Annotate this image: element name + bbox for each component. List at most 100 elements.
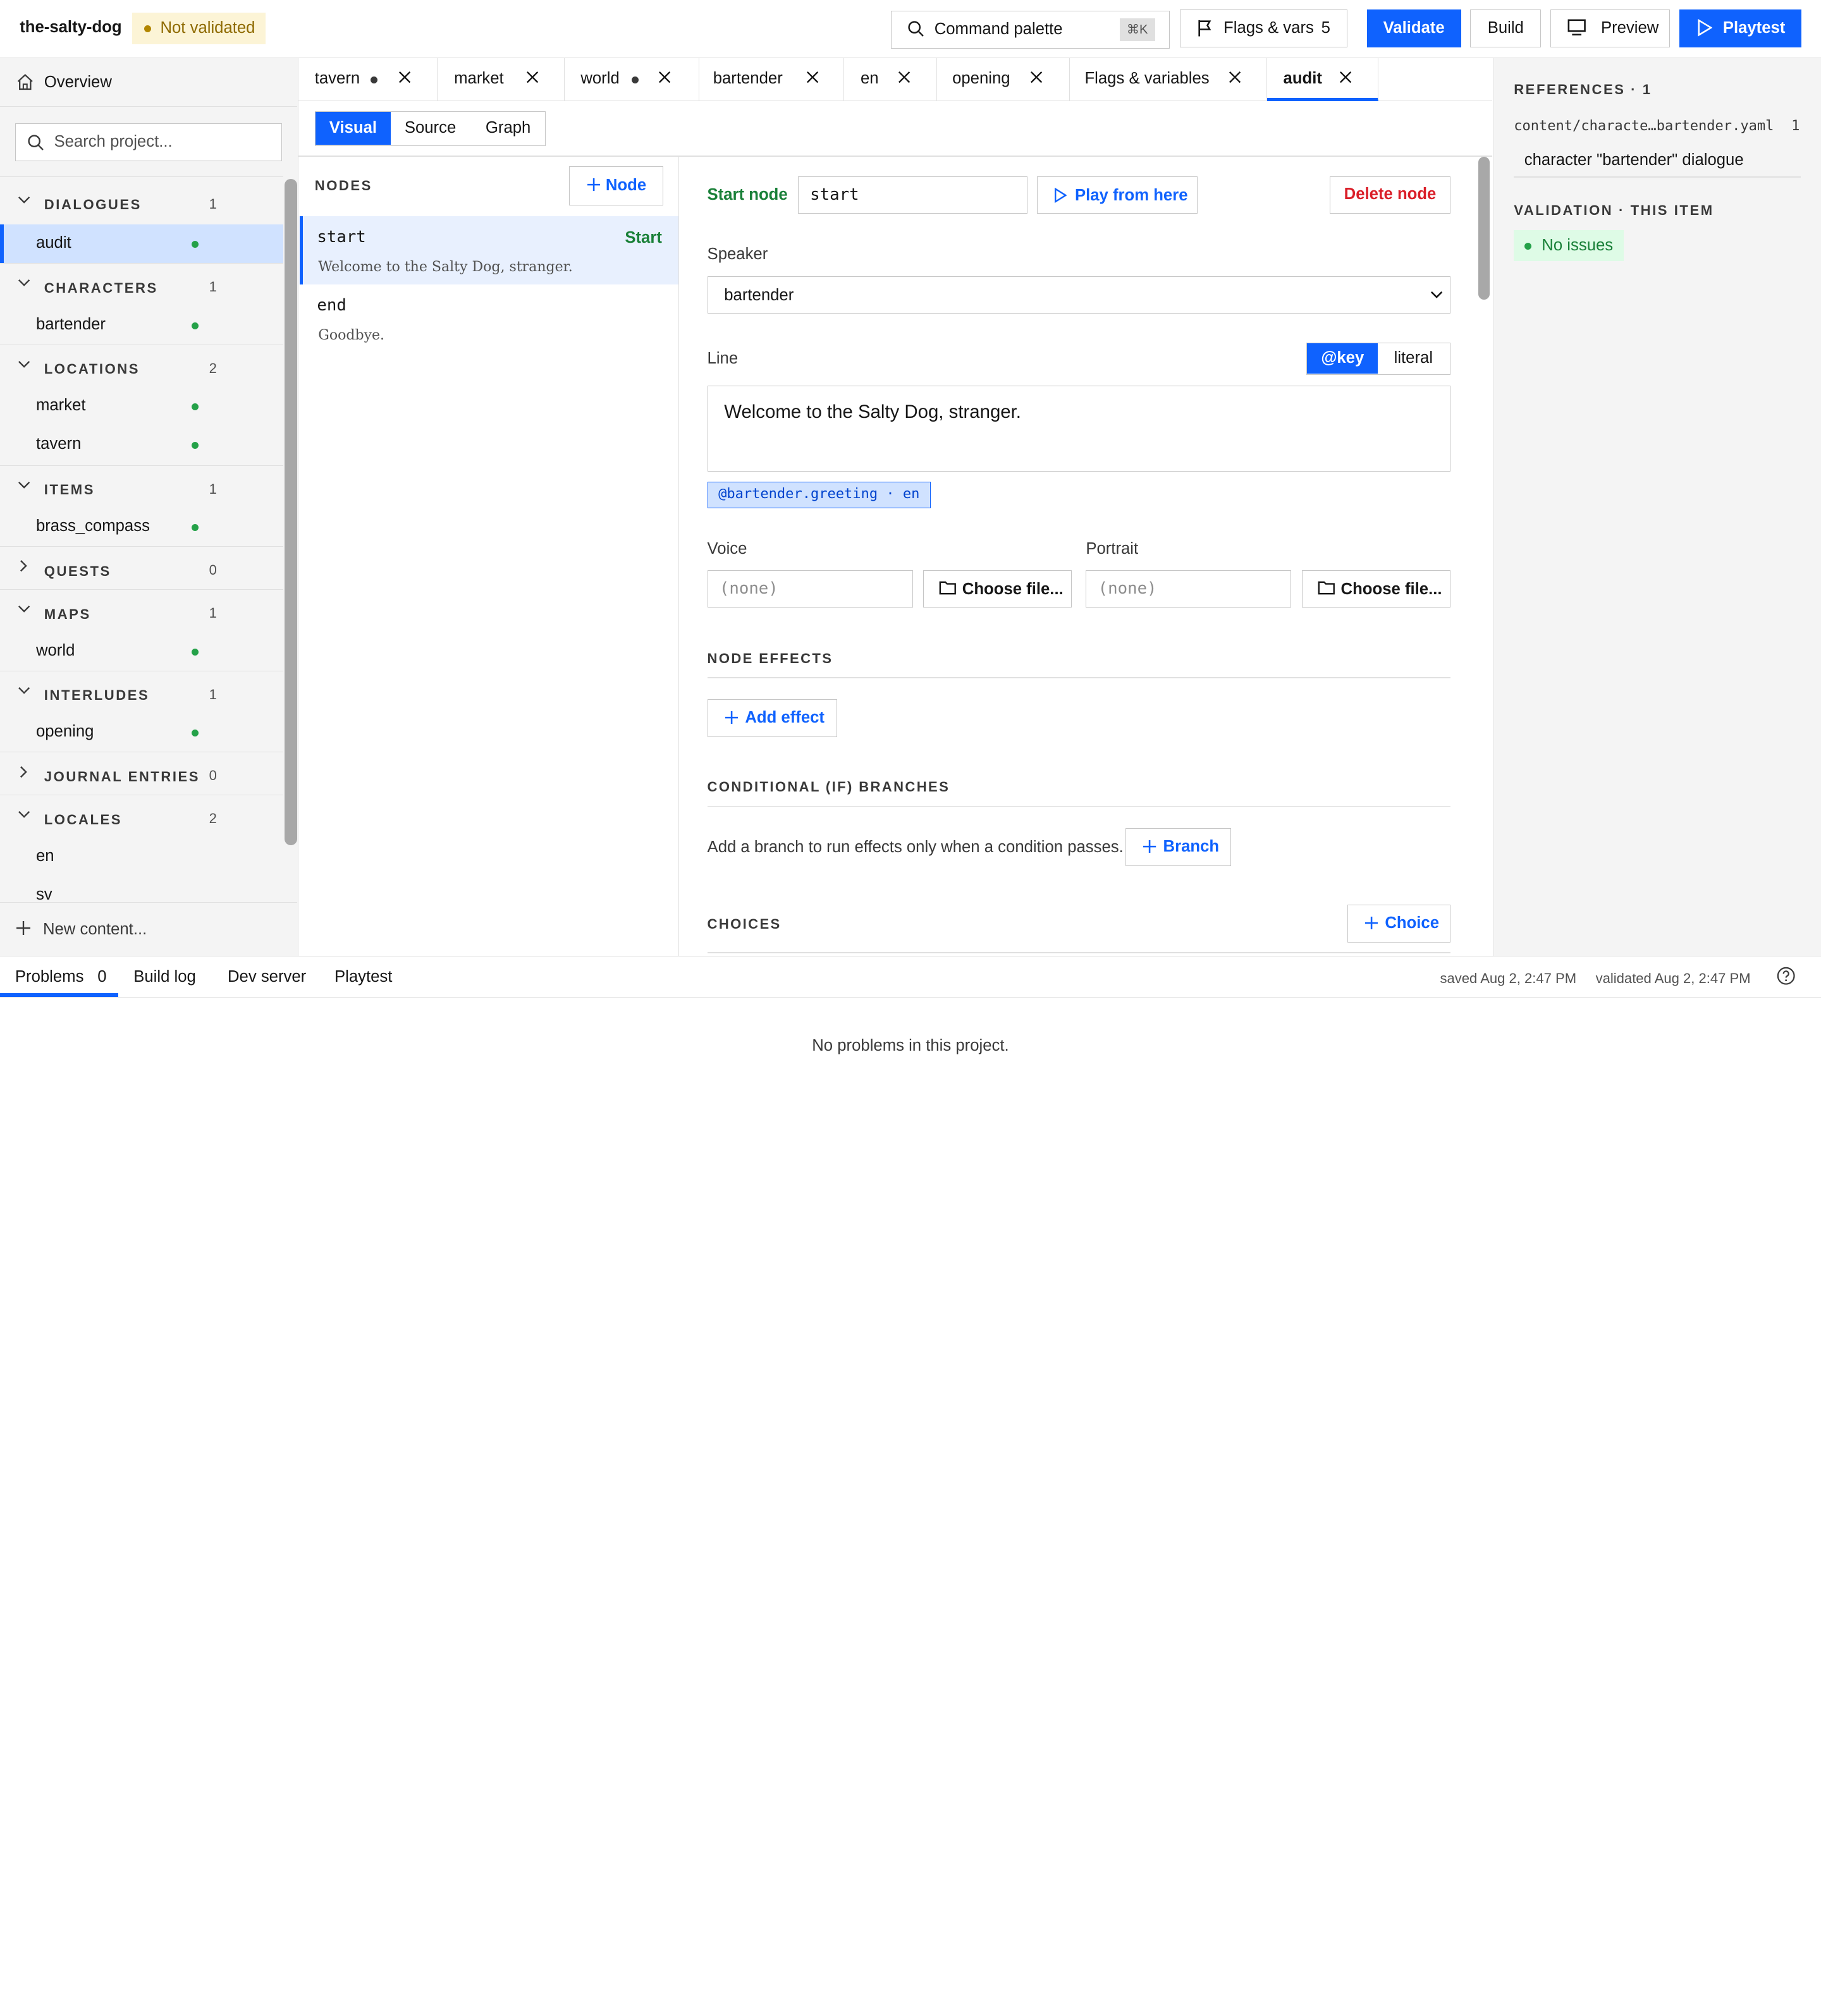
validate-button[interactable]: Validate — [1366, 9, 1461, 48]
build-button[interactable]: Build — [1470, 9, 1542, 48]
close-icon[interactable] — [1030, 71, 1043, 83]
tab-en[interactable]: en — [844, 58, 938, 101]
group-count: 1 — [209, 480, 217, 497]
voice-choose-file-button[interactable]: Choose file... — [923, 570, 1072, 608]
playtest-button[interactable]: Playtest — [1679, 9, 1801, 48]
scrollbar-thumb[interactable] — [284, 178, 298, 846]
chevron-right-icon — [20, 559, 28, 572]
top-bar: the-salty-dog Not validated Command pale… — [0, 0, 1821, 58]
tree-item-label: bartender — [35, 315, 106, 333]
folder-icon — [939, 581, 957, 595]
tree-item-label: sv — [35, 885, 52, 903]
node-effects-header: NODE EFFECTS — [707, 650, 833, 666]
overview-label: Overview — [44, 73, 112, 91]
group-locations[interactable]: LOCATIONS 2 — [0, 344, 284, 388]
tab-label: tavern — [314, 70, 360, 88]
line-text-area[interactable]: Welcome to the Salty Dog, stranger. — [707, 385, 1451, 472]
close-icon[interactable] — [658, 71, 671, 83]
new-content-button[interactable]: New content... — [0, 902, 298, 956]
add-branch-label: Branch — [1163, 838, 1220, 856]
tab-dev-server[interactable]: Dev server — [228, 968, 306, 986]
close-icon[interactable] — [1339, 71, 1352, 83]
portrait-choose-file-button[interactable]: Choose file... — [1301, 570, 1451, 608]
sidebar-scrollbar[interactable] — [284, 178, 298, 903]
shortcut-hint: ⌘K — [1119, 18, 1155, 42]
tree-item-market[interactable]: market — [0, 388, 283, 426]
portrait-input[interactable]: (none) — [1086, 570, 1292, 608]
tree-item-bartender[interactable]: bartender — [0, 306, 283, 345]
tab-bartender[interactable]: bartender — [697, 58, 845, 101]
node-name: end — [317, 296, 346, 315]
group-quests[interactable]: QUESTS 0 — [0, 546, 284, 589]
group-items[interactable]: ITEMS 1 — [0, 465, 284, 508]
group-interludes[interactable]: INTERLUDES 1 — [0, 670, 284, 714]
group-locales[interactable]: LOCALES 2 — [0, 795, 284, 838]
node-list-item-start[interactable]: start Start Welcome to the Salty Dog, st… — [299, 216, 678, 284]
tree-item-en[interactable]: en — [0, 838, 283, 876]
preview-button[interactable]: Preview — [1550, 9, 1671, 48]
close-icon[interactable] — [526, 71, 539, 83]
reference-path[interactable]: content/characte…bartender.yaml — [1514, 118, 1774, 134]
speaker-select[interactable]: bartender — [707, 276, 1451, 314]
overview-link[interactable]: Overview — [0, 58, 298, 107]
close-icon[interactable] — [806, 71, 819, 83]
tab-label: Flags & variables — [1084, 70, 1210, 88]
node-id-input[interactable]: start — [797, 176, 1028, 214]
line-mode-literal[interactable]: literal — [1378, 343, 1449, 374]
add-node-button[interactable]: Node — [568, 166, 663, 206]
flags-vars-button[interactable]: Flags & vars 5 — [1180, 9, 1347, 48]
tree-item-audit[interactable]: audit — [0, 224, 284, 264]
add-effect-button[interactable]: Add effect — [707, 699, 838, 738]
group-label: DIALOGUES — [44, 197, 142, 213]
group-characters[interactable]: CHARACTERS 1 — [0, 263, 284, 306]
tab-flags-variables[interactable]: Flags & variables — [1069, 58, 1267, 101]
close-icon[interactable] — [898, 71, 910, 83]
tab-tavern[interactable]: tavern — [298, 58, 438, 101]
tab-build-log[interactable]: Build log — [133, 968, 196, 986]
editor-scrollbar[interactable] — [1476, 156, 1492, 955]
tab-opening[interactable]: opening — [936, 58, 1070, 101]
tree-item-brass-compass[interactable]: brass_compass — [0, 508, 283, 547]
play-from-here-button[interactable]: Play from here — [1037, 176, 1198, 214]
localization-key-chip[interactable]: @bartender.greeting · en — [707, 482, 931, 509]
group-maps[interactable]: MAPS 1 — [0, 589, 284, 632]
add-branch-button[interactable]: Branch — [1125, 828, 1231, 867]
choose-file-label: Choose file... — [962, 580, 1064, 598]
node-list-item-end[interactable]: end Goodbye. — [300, 284, 678, 353]
valid-status-dot — [192, 441, 199, 449]
voice-input[interactable]: (none) — [707, 570, 913, 608]
add-choice-button[interactable]: Choice — [1347, 904, 1451, 943]
tab-world[interactable]: world — [565, 58, 699, 101]
group-dialogues[interactable]: DIALOGUES 1 — [0, 181, 283, 224]
problems-empty-message: No problems in this project. — [812, 1037, 1009, 1055]
plus-icon — [725, 711, 739, 724]
tab-market[interactable]: market — [438, 58, 565, 101]
close-icon[interactable] — [1229, 71, 1241, 83]
tree-item-tavern[interactable]: tavern — [0, 425, 283, 464]
search-icon — [27, 134, 45, 152]
close-icon[interactable] — [398, 71, 411, 83]
add-choice-label: Choice — [1385, 914, 1440, 932]
tree-item-opening[interactable]: opening — [0, 714, 283, 752]
tab-problems[interactable]: Problems 0 — [15, 968, 107, 986]
tree-item-world[interactable]: world — [0, 632, 283, 671]
tab-label: audit — [1283, 70, 1322, 88]
project-search-input[interactable]: Search project... — [15, 123, 283, 162]
tree-item-sv[interactable]: sv — [0, 876, 283, 903]
tab-playtest[interactable]: Playtest — [334, 968, 392, 986]
plus-icon — [16, 921, 30, 936]
node-id-value: start — [810, 185, 859, 205]
tab-audit[interactable]: audit — [1266, 58, 1379, 101]
scrollbar-thumb[interactable] — [1478, 156, 1490, 300]
group-journal-entries[interactable]: JOURNAL ENTRIES 0 — [0, 752, 284, 795]
delete-node-button[interactable]: Delete node — [1330, 176, 1451, 214]
help-icon[interactable] — [1777, 967, 1795, 985]
node-preview: Welcome to the Salty Dog, stranger. — [318, 259, 573, 275]
command-palette-button[interactable]: Command palette ⌘K — [890, 10, 1170, 49]
view-mode-visual[interactable]: Visual — [315, 112, 391, 145]
view-mode-source[interactable]: Source — [391, 112, 470, 144]
portrait-value: (none) — [1098, 578, 1157, 598]
line-mode-key[interactable]: @key — [1307, 343, 1378, 374]
reference-description[interactable]: character "bartender" dialogue — [1524, 151, 1744, 169]
view-mode-graph[interactable]: Graph — [470, 112, 546, 144]
